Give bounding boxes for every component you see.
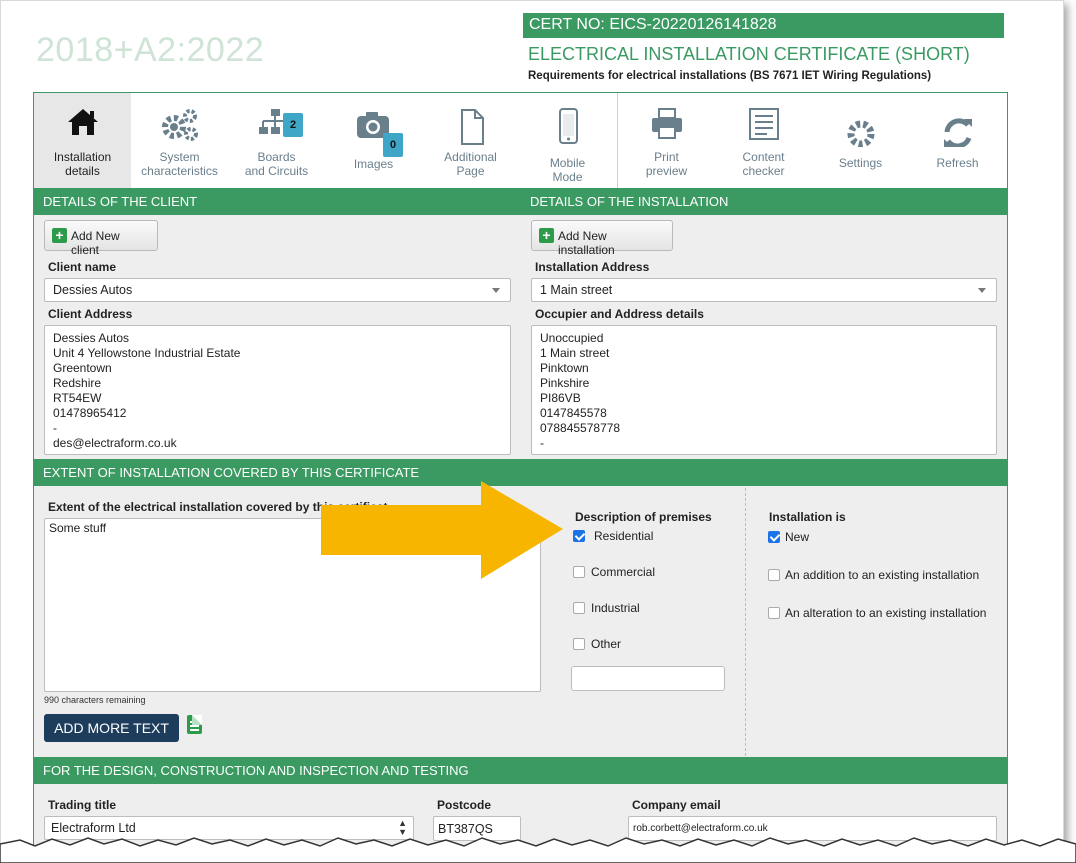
client-address-label: Client Address bbox=[48, 307, 133, 321]
add-more-text-button[interactable]: ADD MORE TEXT bbox=[44, 714, 179, 742]
tool-label: Mobile Mode bbox=[549, 156, 586, 184]
tool-label: Boards and Circuits bbox=[244, 150, 309, 178]
tool-system-characteristics[interactable]: System characteristics bbox=[131, 93, 228, 188]
version-label: 2018+A2:2022 bbox=[36, 31, 265, 69]
checkbox-icon bbox=[573, 566, 585, 578]
column-divider bbox=[745, 488, 746, 756]
tool-mobile-mode[interactable]: Mobile Mode bbox=[519, 93, 616, 188]
annotation-arrow-icon bbox=[321, 481, 563, 579]
tool-label: Content checker bbox=[742, 150, 785, 178]
chevron-down-icon bbox=[978, 288, 986, 293]
installation-address-label: Installation Address bbox=[535, 260, 650, 274]
cert-number-banner: CERT NO: EICS-20220126141828 bbox=[523, 13, 1004, 38]
add-new-client-button[interactable]: + Add New client bbox=[44, 220, 158, 257]
checkbox-icon bbox=[768, 569, 780, 581]
certificate-title: ELECTRICAL INSTALLATION CERTIFICATE (SHO… bbox=[528, 44, 970, 64]
tool-label: Additional Page bbox=[444, 150, 497, 178]
client-name-select[interactable]: Dessies Autos bbox=[44, 278, 511, 302]
installation-section-header: DETAILS OF THE INSTALLATION bbox=[521, 188, 1007, 215]
tool-label: System characteristics bbox=[141, 150, 218, 178]
images-count-badge: 0 bbox=[383, 133, 403, 157]
occupier-label: Occupier and Address details bbox=[535, 307, 704, 321]
sitemap-icon bbox=[228, 107, 325, 147]
document-icon[interactable] bbox=[187, 715, 202, 734]
tool-label: Print preview bbox=[645, 150, 688, 178]
design-section-header: FOR THE DESIGN, CONSTRUCTION AND INSPECT… bbox=[34, 757, 1007, 784]
toolbar: Installation details System characteristic… bbox=[34, 93, 1007, 188]
tool-label: Refresh bbox=[936, 156, 979, 170]
installation-is-label: Installation is bbox=[769, 510, 846, 524]
torn-edge bbox=[0, 837, 1076, 863]
tool-label: Settings bbox=[838, 156, 883, 170]
refresh-icon bbox=[909, 107, 1006, 147]
tool-additional-page[interactable]: Additional Page bbox=[422, 93, 519, 188]
checkbox-checked-icon bbox=[573, 530, 585, 542]
page-icon bbox=[422, 107, 519, 147]
premises-label: Description of premises bbox=[575, 510, 712, 524]
certificate-window: 2018+A2:2022 CERT NO: EICS-2022012614182… bbox=[0, 0, 1064, 853]
checkbox-icon bbox=[573, 602, 585, 614]
mobile-icon bbox=[519, 107, 616, 147]
main-panel: Installation details System characteristic… bbox=[33, 92, 1008, 852]
tool-images[interactable]: 0 Images bbox=[325, 93, 422, 188]
tool-settings[interactable]: Settings bbox=[812, 93, 909, 188]
tool-print-preview[interactable]: Print preview bbox=[618, 93, 715, 188]
tool-installation-details[interactable]: Installation details bbox=[34, 93, 131, 188]
plus-icon: + bbox=[539, 228, 554, 243]
installation-address-select[interactable]: 1 Main street bbox=[531, 278, 997, 302]
printer-icon bbox=[618, 107, 715, 147]
certificate-subtitle: Requirements for electrical installation… bbox=[528, 70, 932, 82]
checklist-icon bbox=[715, 107, 812, 147]
tool-content-checker[interactable]: Content checker bbox=[715, 93, 812, 188]
premises-other-input[interactable] bbox=[571, 666, 725, 691]
tool-label: Installation details bbox=[53, 150, 112, 178]
postcode-label: Postcode bbox=[437, 798, 492, 812]
tool-boards-and-circuits[interactable]: 2 Boards and Circuits bbox=[228, 93, 325, 188]
company-email-label: Company email bbox=[632, 798, 721, 812]
boards-count-badge: 2 bbox=[283, 113, 303, 137]
chevron-down-icon bbox=[492, 288, 500, 293]
characters-remaining: 990 characters remaining bbox=[44, 695, 146, 705]
checkbox-icon bbox=[573, 638, 585, 650]
trading-title-label: Trading title bbox=[48, 798, 117, 812]
checkbox-checked-icon bbox=[768, 531, 780, 543]
client-name-label: Client name bbox=[48, 260, 117, 274]
tool-refresh[interactable]: Refresh bbox=[909, 93, 1006, 188]
gear-icon bbox=[812, 107, 909, 147]
client-address-textarea[interactable]: Dessies Autos Unit 4 Yellowstone Industr… bbox=[44, 325, 511, 455]
checkbox-icon bbox=[768, 607, 780, 619]
tool-label: Images bbox=[353, 157, 394, 171]
occupier-textarea[interactable]: Unoccupied 1 Main street Pinktown Pinksh… bbox=[531, 325, 997, 455]
camera-icon bbox=[325, 107, 422, 147]
add-new-installation-button[interactable]: + Add New installation bbox=[531, 220, 673, 257]
plus-icon: + bbox=[52, 228, 67, 243]
gears-icon bbox=[131, 107, 228, 147]
home-icon bbox=[34, 107, 131, 147]
client-section-header: DETAILS OF THE CLIENT bbox=[34, 188, 521, 215]
